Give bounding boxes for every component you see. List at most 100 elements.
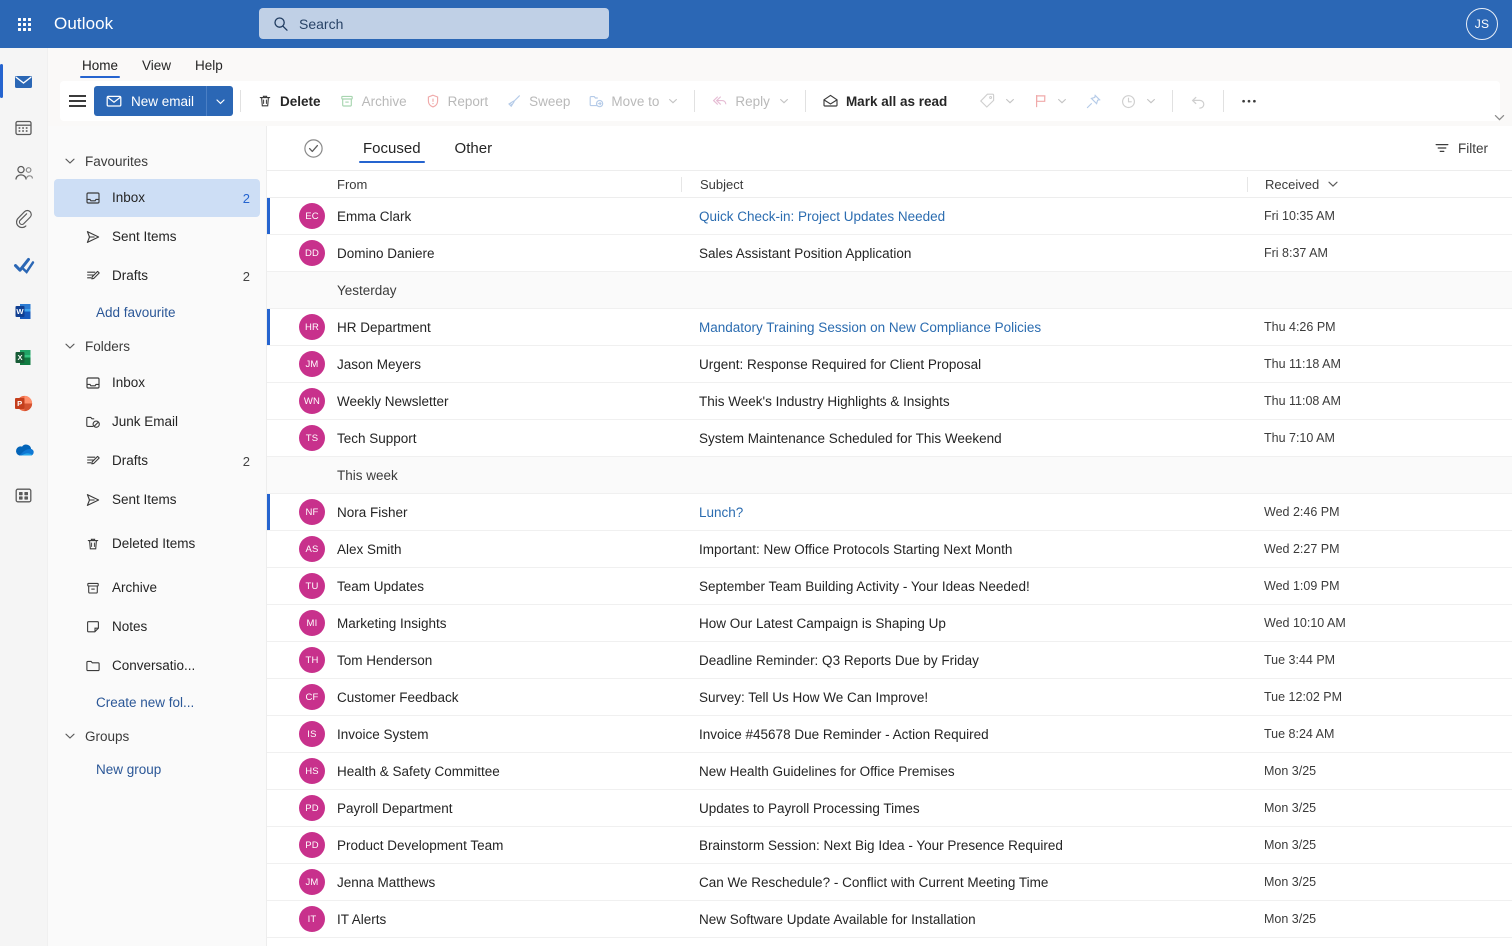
select-all-checkmark-icon[interactable] xyxy=(303,138,324,159)
table-row[interactable]: MI Marketing Insights How Our Latest Campa… xyxy=(267,605,1512,642)
all-apps-icon xyxy=(15,488,32,502)
ribbon-tab-help[interactable]: Help xyxy=(185,56,233,78)
sidebar-item-folders-conversation-history[interactable]: Conversatio... xyxy=(54,647,260,685)
sidebar-item-folders-drafts[interactable]: Drafts 2 xyxy=(54,442,260,480)
sidebar-item-folders-notes[interactable]: Notes xyxy=(54,608,260,646)
table-row[interactable]: PD Payroll Department Updates to Payroll P… xyxy=(267,790,1512,827)
categorize-tag-button[interactable] xyxy=(970,86,1024,116)
table-row[interactable]: EC Emma Clark Quick Check-in: Project Upda… xyxy=(267,198,1512,235)
ribbon-divider xyxy=(1172,90,1174,112)
sidebar-item-folders-deleted-items[interactable]: Deleted Items xyxy=(54,520,260,568)
sidebar-item-favourites-sent-items[interactable]: Sent Items xyxy=(54,218,260,256)
excel-icon: X xyxy=(15,349,31,365)
tab-focused[interactable]: Focused xyxy=(359,131,425,165)
report-button[interactable]: Report xyxy=(416,86,498,116)
sidebar-item-folders-inbox[interactable]: Inbox xyxy=(54,364,260,402)
favourites-section-header[interactable]: Favourites xyxy=(48,144,266,178)
ribbon-expand-button[interactable] xyxy=(1493,111,1506,124)
column-header-from[interactable]: From xyxy=(267,177,681,192)
chevron-down-icon[interactable] xyxy=(779,96,789,106)
avatar: TH xyxy=(299,647,325,673)
table-row[interactable]: IS Invoice System Invoice #45678 Due Remin… xyxy=(267,716,1512,753)
more-ellipsis-icon xyxy=(1240,93,1258,109)
sidebar-item-folders-sent-items[interactable]: Sent Items xyxy=(54,481,260,519)
table-row[interactable]: PD Product Development Team Brainstorm Ses… xyxy=(267,827,1512,864)
undo-button[interactable] xyxy=(1180,86,1216,116)
rail-item-mail[interactable] xyxy=(0,58,48,104)
groups-section-header[interactable]: Groups xyxy=(48,719,266,753)
message-subject: Sales Assistant Position Application xyxy=(699,245,912,261)
archive-button[interactable]: Archive xyxy=(330,86,416,116)
filter-button[interactable]: Filter xyxy=(1428,135,1494,161)
rail-item-word[interactable]: W xyxy=(0,288,48,334)
message-subject: Invoice #45678 Due Reminder - Action Req… xyxy=(699,726,989,742)
table-row[interactable]: JM Jason Meyers Urgent: Response Required … xyxy=(267,346,1512,383)
snooze-button[interactable] xyxy=(1111,86,1165,116)
more-commands-button[interactable] xyxy=(1231,86,1267,116)
rail-item-excel[interactable]: X xyxy=(0,334,48,380)
table-row[interactable]: WN Weekly Newsletter This Week's Industry … xyxy=(267,383,1512,420)
new-group-link[interactable]: New group xyxy=(48,753,266,786)
table-row[interactable]: HR HR Department Mandatory Training Sessio… xyxy=(267,309,1512,346)
new-email-button[interactable]: New email xyxy=(94,86,234,116)
flag-button[interactable] xyxy=(1024,86,1076,116)
avatar: JM xyxy=(299,869,325,895)
move-to-button[interactable]: Move to xyxy=(579,86,687,116)
sweep-button[interactable]: Sweep xyxy=(497,86,579,116)
delete-button[interactable]: Delete xyxy=(248,86,330,116)
table-row[interactable]: AS Alex Smith Important: New Office Protoc… xyxy=(267,531,1512,568)
table-row[interactable]: TU Team Updates September Team Building Ac… xyxy=(267,568,1512,605)
rail-item-calendar[interactable] xyxy=(0,104,48,150)
message-sender: Jenna Matthews xyxy=(337,874,436,890)
table-row[interactable]: DD Domino Daniere Sales Assistant Position… xyxy=(267,235,1512,272)
brand-title[interactable]: Outlook xyxy=(54,14,113,34)
new-email-dropdown-button[interactable] xyxy=(207,86,233,116)
folders-section-header[interactable]: Folders xyxy=(48,329,266,363)
ribbon-tab-home[interactable]: Home xyxy=(72,56,128,78)
tab-other[interactable]: Other xyxy=(451,131,497,165)
add-favourite-link[interactable]: Add favourite xyxy=(48,296,266,329)
sidebar-item-favourites-inbox[interactable]: Inbox 2 xyxy=(54,179,260,217)
mark-all-as-read-button[interactable]: Mark all as read xyxy=(813,86,956,116)
message-sender: Invoice System xyxy=(337,726,429,742)
column-header-received[interactable]: Received xyxy=(1247,176,1512,192)
toggle-folder-pane-button[interactable] xyxy=(60,81,94,121)
avatar: MI xyxy=(299,610,325,636)
table-row[interactable]: TH Tom Henderson Deadline Reminder: Q3 Rep… xyxy=(267,642,1512,679)
account-avatar[interactable]: JS xyxy=(1466,8,1498,40)
envelope-icon xyxy=(106,93,122,109)
chevron-down-icon[interactable] xyxy=(668,96,678,106)
rail-item-people[interactable] xyxy=(0,150,48,196)
rail-item-all-apps[interactable] xyxy=(0,472,48,518)
chevron-down-icon[interactable] xyxy=(1146,96,1156,106)
search-box[interactable] xyxy=(259,8,609,39)
table-row[interactable]: IT IT Alerts New Software Update Available… xyxy=(267,901,1512,938)
rail-item-powerpoint[interactable]: P xyxy=(0,380,48,426)
message-subject: Urgent: Response Required for Client Pro… xyxy=(699,356,982,372)
app-launcher-button[interactable] xyxy=(0,0,48,48)
chevron-down-icon[interactable] xyxy=(1057,96,1067,106)
table-row[interactable]: NF Nora Fisher Lunch? Wed 2:46 PM xyxy=(267,494,1512,531)
column-header-subject[interactable]: Subject xyxy=(681,176,1247,192)
search-input[interactable] xyxy=(299,15,589,32)
message-received: Fri 8:37 AM xyxy=(1264,246,1328,260)
create-new-folder-link[interactable]: Create new fol... xyxy=(48,686,266,719)
table-row[interactable]: CF Customer Feedback Survey: Tell Us How W… xyxy=(267,679,1512,716)
sidebar-item-folders-junk-email[interactable]: Junk Email xyxy=(54,403,260,441)
filter-icon xyxy=(1434,140,1450,156)
table-row[interactable]: TS Tech Support System Maintenance Schedul… xyxy=(267,420,1512,457)
rail-item-todo[interactable] xyxy=(0,242,48,288)
reply-button[interactable]: Reply xyxy=(702,86,798,116)
avatar: HR xyxy=(299,314,325,340)
pin-button[interactable] xyxy=(1076,86,1111,116)
table-row[interactable]: HS Health & Safety Committee New Health Gu… xyxy=(267,753,1512,790)
word-icon: W xyxy=(15,303,31,319)
rail-item-attachments[interactable] xyxy=(0,196,48,242)
ribbon-tab-view[interactable]: View xyxy=(132,56,181,78)
sidebar-item-favourites-drafts[interactable]: Drafts 2 xyxy=(54,257,260,295)
rail-item-onedrive[interactable] xyxy=(0,426,48,472)
sidebar-item-folders-archive[interactable]: Archive xyxy=(54,569,260,607)
table-row[interactable]: JM Jenna Matthews Can We Reschedule? - Con… xyxy=(267,864,1512,901)
chevron-down-icon[interactable] xyxy=(1005,96,1015,106)
new-email-main[interactable]: New email xyxy=(94,86,208,116)
